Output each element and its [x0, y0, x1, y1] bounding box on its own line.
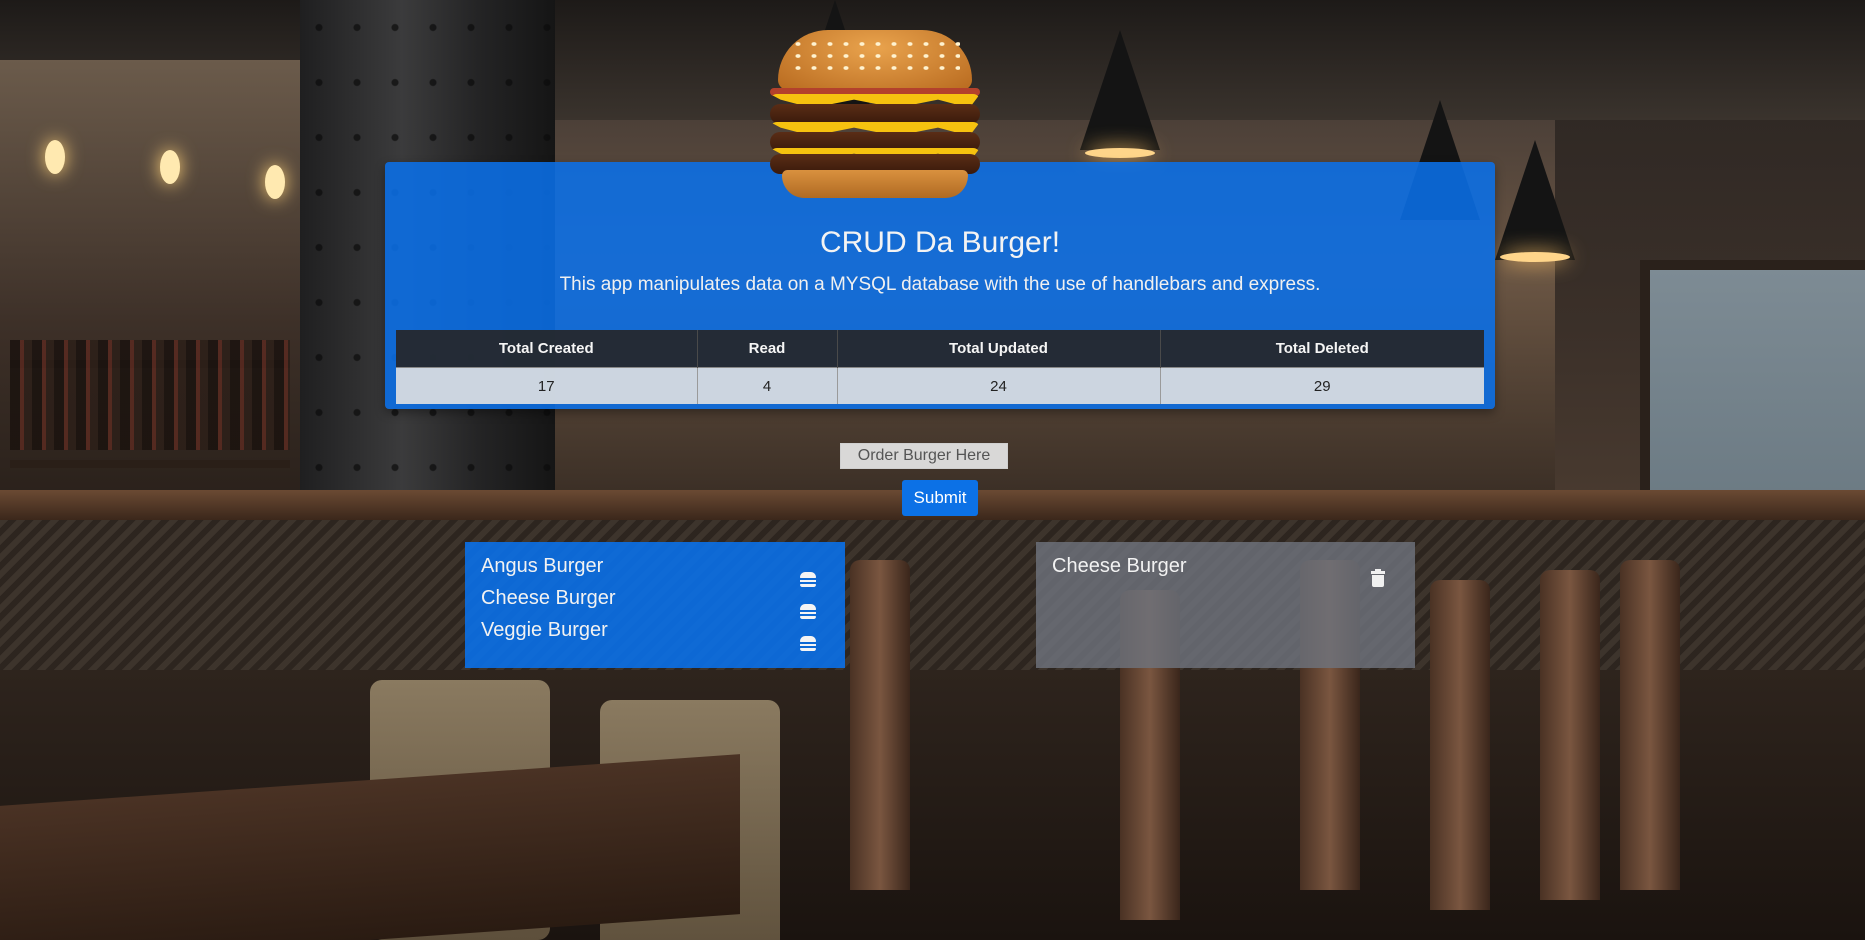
stats-value-updated: 24	[837, 367, 1161, 404]
page-subtitle: This app manipulates data on a MYSQL dat…	[559, 274, 1321, 295]
list-item: Angus Burger	[481, 555, 604, 577]
burger-order-input[interactable]	[840, 443, 1008, 469]
stats-header-updated: Total Updated	[837, 330, 1161, 368]
delete-button[interactable]	[1368, 569, 1388, 589]
devour-button[interactable]	[798, 633, 818, 653]
list-item: Cheese Burger	[1052, 555, 1187, 577]
burger-menu-list: Angus Burger Cheese Burger Veggie Burger	[465, 542, 845, 668]
burger-icon	[800, 603, 816, 619]
list-item: Cheese Burger	[481, 587, 616, 609]
header-panel: CRUD Da Burger! This app manipulates dat…	[385, 162, 1495, 409]
page-title: CRUD Da Burger!	[819, 226, 1061, 259]
stats-value-deleted: 29	[1160, 367, 1484, 404]
stats-header-created: Total Created	[396, 330, 698, 368]
submit-button[interactable]: Submit	[902, 480, 978, 516]
devour-button[interactable]	[798, 569, 818, 589]
devour-button[interactable]	[798, 601, 818, 621]
stats-value-created: 17	[396, 367, 698, 404]
devoured-list: Cheese Burger	[1036, 542, 1415, 668]
stats-header-row: Total Created Read Total Updated Total D…	[396, 330, 1484, 368]
stats-header-deleted: Total Deleted	[1160, 330, 1484, 368]
stats-header-read: Read	[697, 330, 838, 368]
burger-logo	[770, 30, 980, 198]
burger-icon	[800, 635, 816, 651]
stats-value-row: 17 4 24 29	[396, 367, 1484, 404]
burger-icon	[800, 571, 816, 587]
trash-icon	[1371, 569, 1385, 587]
stats-value-read: 4	[697, 367, 838, 404]
stats-table: Total Created Read Total Updated Total D…	[396, 330, 1484, 404]
list-item: Veggie Burger	[481, 619, 608, 641]
